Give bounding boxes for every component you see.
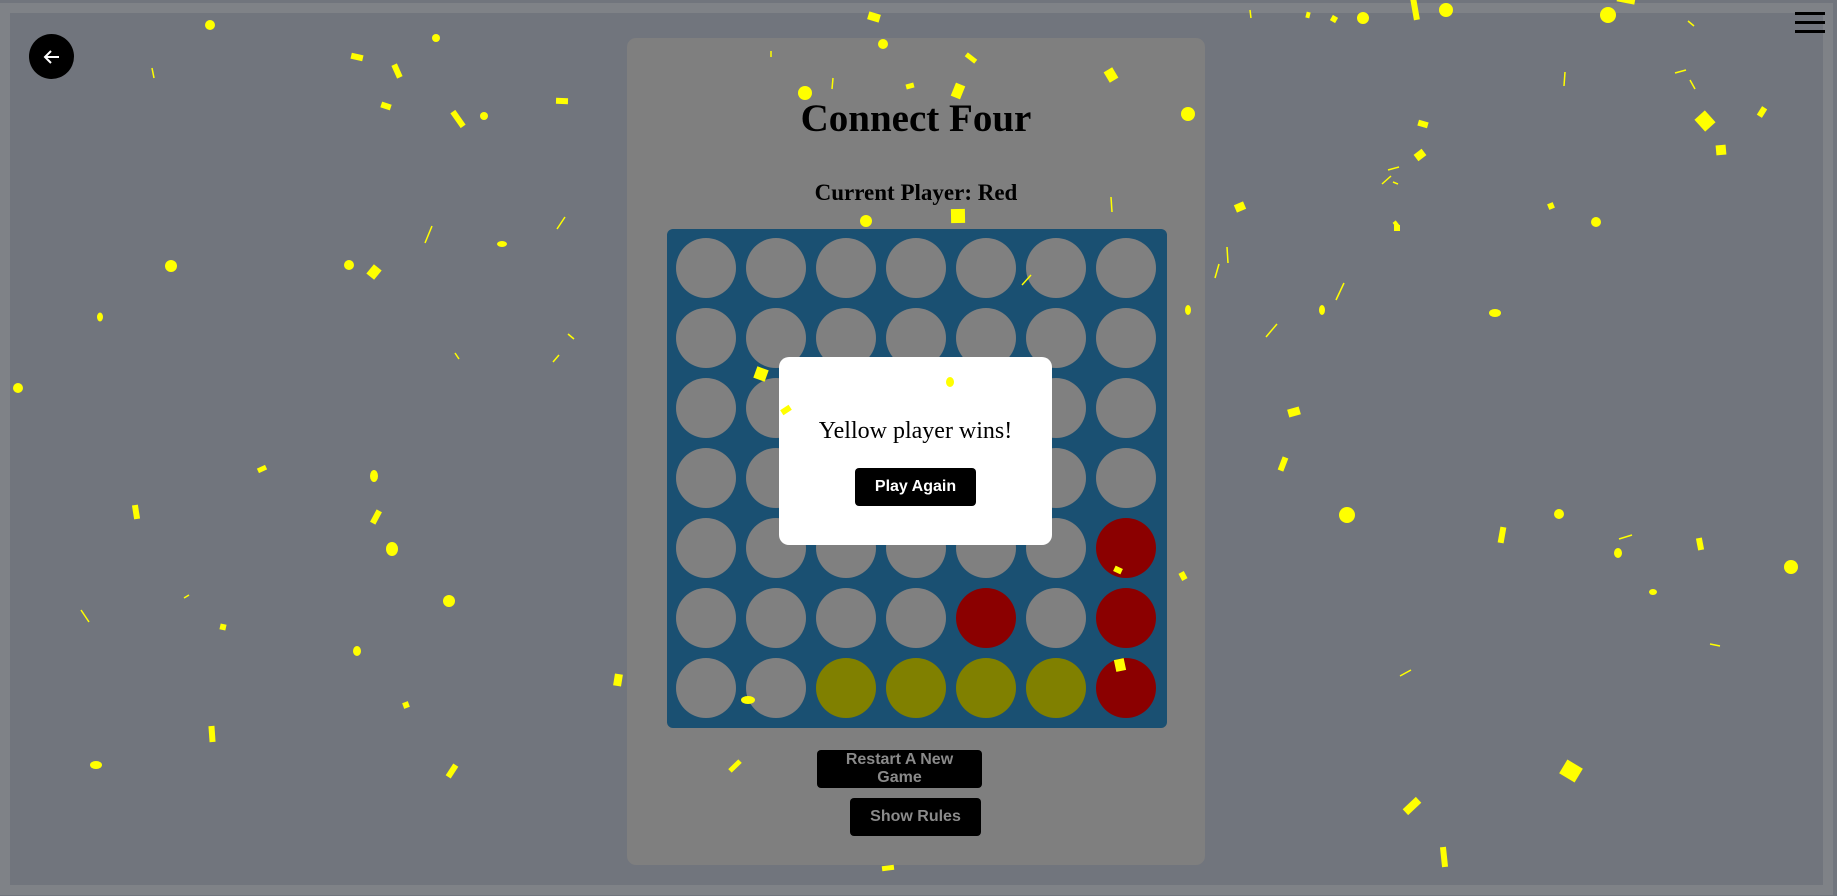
board-cell-empty[interactable] bbox=[676, 658, 736, 718]
board-cell-yellow[interactable] bbox=[956, 658, 1016, 718]
board-cell-empty[interactable] bbox=[1096, 238, 1156, 298]
board-cell-yellow[interactable] bbox=[886, 658, 946, 718]
board-cell-red[interactable] bbox=[1096, 588, 1156, 648]
board-cell-yellow[interactable] bbox=[816, 658, 876, 718]
board-cell-empty[interactable] bbox=[676, 238, 736, 298]
board-cell-empty[interactable] bbox=[676, 308, 736, 368]
board-cell-empty[interactable] bbox=[1096, 308, 1156, 368]
board-cell-red[interactable] bbox=[956, 588, 1016, 648]
win-modal: Yellow player wins! Play Again bbox=[779, 357, 1052, 545]
board-cell-empty[interactable] bbox=[816, 238, 876, 298]
confetti-piece bbox=[1616, 0, 1636, 5]
board-cell-empty[interactable] bbox=[676, 378, 736, 438]
board-cell-empty[interactable] bbox=[746, 588, 806, 648]
play-again-button[interactable]: Play Again bbox=[855, 468, 976, 506]
board-cell-empty[interactable] bbox=[886, 588, 946, 648]
hamburger-menu-button[interactable] bbox=[1795, 12, 1825, 36]
back-button[interactable] bbox=[29, 34, 74, 79]
current-player-label: Current Player: Red bbox=[814, 180, 1018, 205]
win-message: Yellow player wins! bbox=[818, 418, 1013, 444]
board-cell-empty[interactable] bbox=[1096, 378, 1156, 438]
board-cell-empty[interactable] bbox=[676, 588, 736, 648]
game-title: Connect Four bbox=[800, 97, 1032, 140]
board-cell-red[interactable] bbox=[1096, 518, 1156, 578]
board-cell-red[interactable] bbox=[1096, 658, 1156, 718]
board-cell-empty[interactable] bbox=[1026, 238, 1086, 298]
hamburger-menu-icon bbox=[1795, 12, 1825, 15]
board-cell-empty[interactable] bbox=[746, 238, 806, 298]
restart-button[interactable]: Restart A New Game bbox=[817, 750, 982, 788]
board-cell-empty[interactable] bbox=[816, 588, 876, 648]
board-cell-empty[interactable] bbox=[1026, 588, 1086, 648]
board-cell-empty[interactable] bbox=[676, 448, 736, 508]
board-cell-empty[interactable] bbox=[676, 518, 736, 578]
board-cell-yellow[interactable] bbox=[1026, 658, 1086, 718]
back-arrow-icon bbox=[43, 49, 59, 64]
board-cell-empty[interactable] bbox=[956, 238, 1016, 298]
board-cell-empty[interactable] bbox=[746, 658, 806, 718]
board-cell-empty[interactable] bbox=[1096, 448, 1156, 508]
show-rules-button[interactable]: Show Rules bbox=[850, 798, 981, 836]
board-cell-empty[interactable] bbox=[886, 238, 946, 298]
